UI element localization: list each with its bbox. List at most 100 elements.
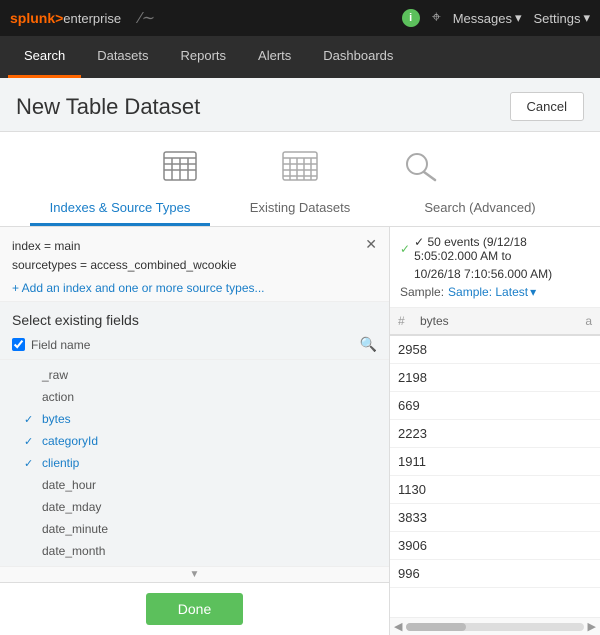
field-item-raw[interactable]: _raw [0,364,389,386]
data-row-7: 3906 [390,532,600,560]
data-row-1: 2198 [390,364,600,392]
field-label-date-hour: date_hour [42,478,96,492]
field-item-categoryid[interactable]: ✓ categoryId [0,430,389,452]
tab-icons [0,132,600,192]
fields-title: Select existing fields [12,312,377,328]
events-text2: 10/26/18 7:10:56.000 AM) [400,267,590,281]
close-filter-button[interactable]: ✕ [365,237,377,251]
data-cell-0: 2958 [398,342,427,357]
field-label-categoryid: categoryId [42,434,98,448]
tab-icon-existing[interactable] [280,148,320,184]
field-label-date-month: date_month [42,544,105,558]
data-cell-3: 2223 [398,426,427,441]
nav-item-reports[interactable]: Reports [165,36,243,78]
page-title: New Table Dataset [16,94,200,120]
nav-item-alerts[interactable]: Alerts [242,36,307,78]
field-item-date-mday[interactable]: date_mday [0,496,389,518]
scroll-down-indicator[interactable]: ▼ [0,566,389,582]
tab-search-advanced[interactable]: Search (Advanced) [390,192,570,226]
scroll-right-icon[interactable]: ▶ [588,620,596,633]
logo: splunk> enterprise [10,10,121,26]
edit-icon[interactable]: ⁄∼ [139,8,155,28]
tab-indexes[interactable]: Indexes & Source Types [30,192,210,226]
field-name-label: Field name [31,338,90,352]
data-cell-1: 2198 [398,370,427,385]
events-check-icon: ✓ [400,242,410,256]
field-list[interactable]: _raw action ✓ bytes ✓ categoryId ✓ clien… [0,360,389,566]
data-cell-6: 3833 [398,510,427,525]
events-text: ✓ 50 events (9/12/18 5:05:02.000 AM to [414,235,590,263]
check-mark-categoryid: ✓ [24,435,36,448]
data-row-2: 669 [390,392,600,420]
messages-dropdown[interactable]: Messages ▾ [453,10,522,26]
field-label-action: action [42,390,74,404]
data-row-3: 2223 [390,420,600,448]
field-item-date-hour[interactable]: date_hour [0,474,389,496]
nav-item-datasets[interactable]: Datasets [81,36,164,78]
content-area: index = main sourcetypes = access_combin… [0,227,600,635]
data-rows: 2958 2198 669 2223 1911 1130 383 [390,336,600,617]
data-row-6: 3833 [390,504,600,532]
col-bytes-header: bytes [420,314,572,328]
info-icon[interactable]: i [402,9,420,27]
sample-label: Sample: [400,285,444,299]
field-item-date-month[interactable]: date_month [0,540,389,562]
logo-splunk: splunk> [10,10,63,26]
nav-item-search[interactable]: Search [8,36,81,78]
right-panel: ✓ ✓ 50 events (9/12/18 5:05:02.000 AM to… [390,227,600,635]
done-button[interactable]: Done [146,593,243,625]
left-panel: index = main sourcetypes = access_combin… [0,227,390,635]
data-cell-7: 3906 [398,538,427,553]
field-item-action[interactable]: action [0,386,389,408]
data-row-8: 996 [390,560,600,588]
data-table: # bytes a 2958 2198 669 2223 1911 [390,308,600,617]
cancel-button[interactable]: Cancel [510,92,584,121]
field-label-clientip: clientip [42,456,79,470]
add-index-link[interactable]: + Add an index and one or more source ty… [12,281,265,295]
data-cell-4: 1911 [398,454,426,469]
logo-enterprise: enterprise [63,11,121,26]
sample-chevron-icon: ▾ [530,285,536,299]
filter-area: index = main sourcetypes = access_combin… [0,227,389,302]
data-cell-8: 996 [398,566,420,581]
check-mark-bytes: ✓ [24,413,36,426]
tab-existing[interactable]: Existing Datasets [210,192,390,226]
right-bottom-scrollbar[interactable]: ◀ ▶ [390,617,600,635]
data-row-4: 1911 [390,448,600,476]
table-header: # bytes a [390,308,600,336]
settings-dropdown[interactable]: Settings ▾ [533,10,590,26]
field-item-clientip[interactable]: ✓ clientip [0,452,389,474]
scroll-left-icon[interactable]: ◀ [394,620,402,633]
data-row-0: 2958 [390,336,600,364]
field-item-date-minute[interactable]: date_minute [0,518,389,540]
field-label-bytes: bytes [42,412,71,426]
data-row-5: 1130 [390,476,600,504]
top-bar: splunk> enterprise ⁄∼ i ⌖ Messages ▾ Set… [0,0,600,36]
data-cell-5: 1130 [398,482,426,497]
tab-labels: Indexes & Source Types Existing Datasets… [0,192,600,226]
tab-icon-indexes[interactable] [160,148,200,184]
tab-icon-search-advanced[interactable] [400,148,440,184]
field-name-checkbox[interactable] [12,338,25,351]
field-item-bytes[interactable]: ✓ bytes [0,408,389,430]
data-cell-2: 669 [398,398,420,413]
col-num-header: # [398,314,416,328]
field-label-date-minute: date_minute [42,522,108,536]
sample-latest-dropdown[interactable]: Sample: Latest ▾ [448,285,536,299]
nav-item-dashboards[interactable]: Dashboards [307,36,409,78]
bookmark-icon[interactable]: ⌖ [432,9,441,27]
field-name-checkbox-row: Field name [12,338,90,352]
nav-bar: Search Datasets Reports Alerts Dashboard… [0,36,600,78]
right-header: ✓ ✓ 50 events (9/12/18 5:05:02.000 AM to… [390,227,600,308]
field-label-raw: _raw [42,368,68,382]
sourcetypes-filter: sourcetypes = access_combined_wcookie [12,256,236,275]
field-search-icon[interactable]: 🔍 [360,336,377,353]
page-header: New Table Dataset Cancel [0,78,600,132]
tabs-section: Indexes & Source Types Existing Datasets… [0,132,600,227]
index-filter: index = main [12,237,236,256]
col-extra-header: a [572,314,592,328]
done-area: Done [0,582,389,635]
fields-section: Select existing fields Field name 🔍 [0,302,389,360]
field-label-date-mday: date_mday [42,500,101,514]
topbar-actions: i ⌖ Messages ▾ Settings ▾ [402,9,590,27]
